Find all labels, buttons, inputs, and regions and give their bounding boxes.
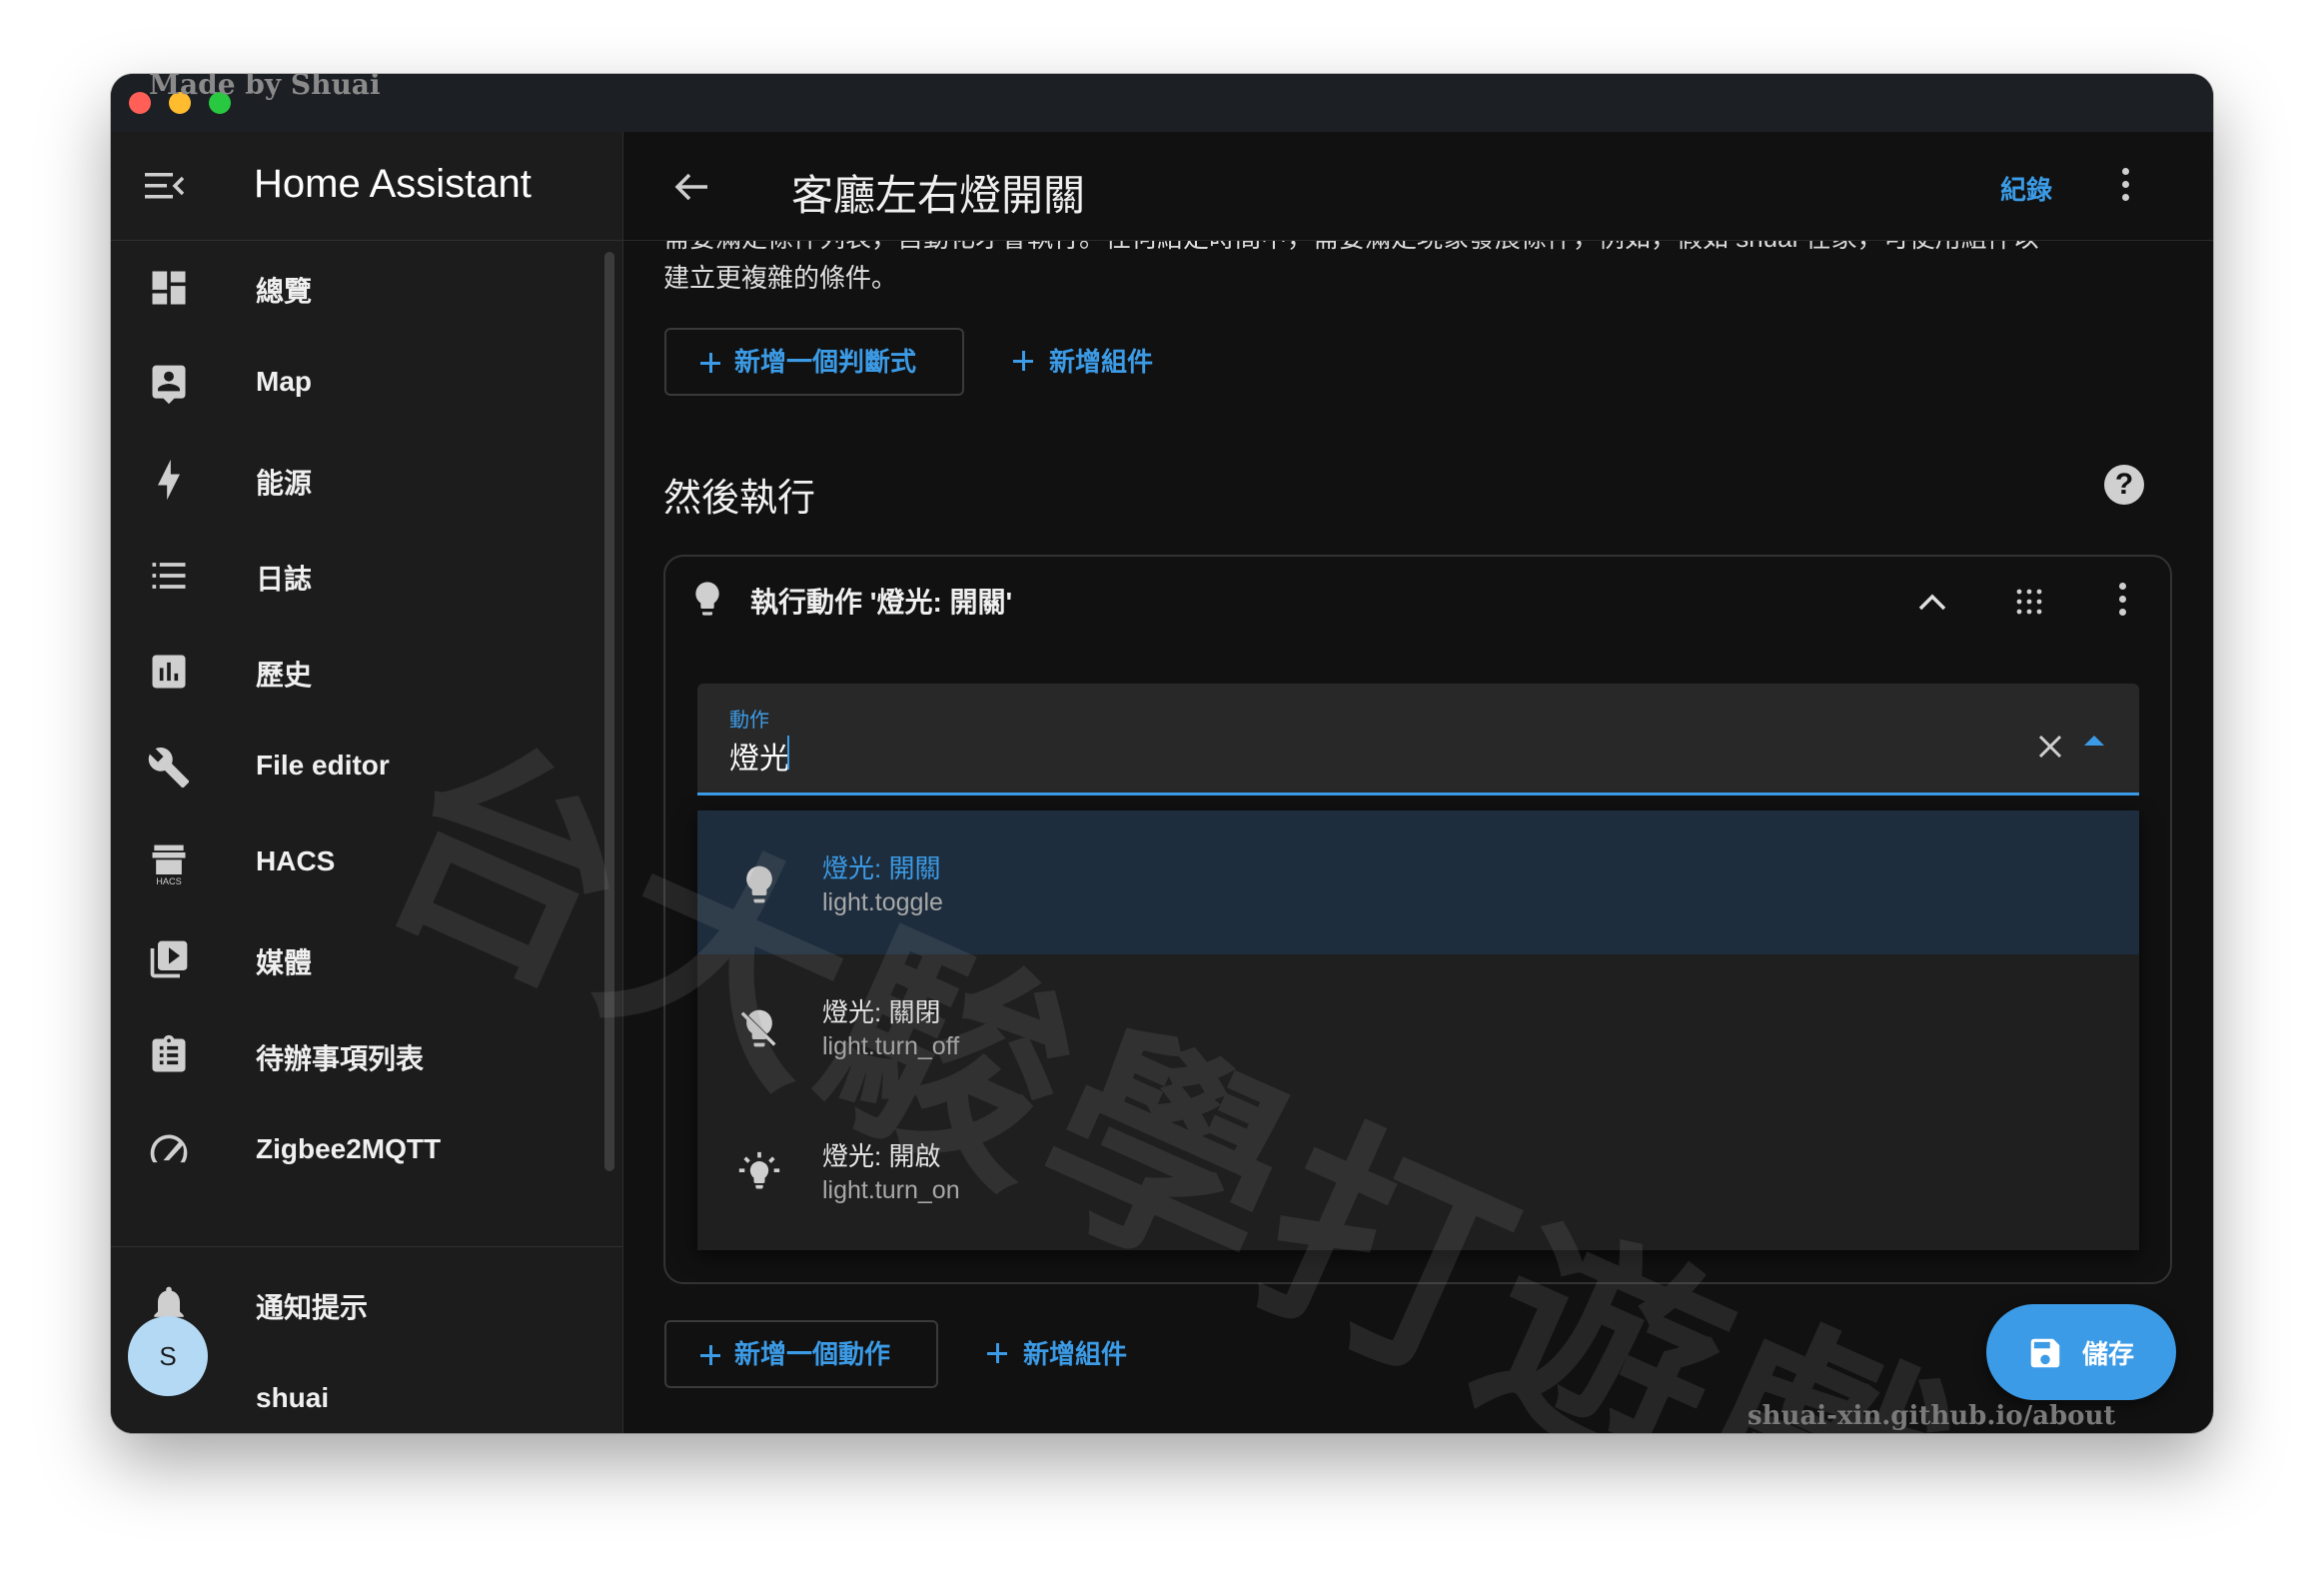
add-action-building-block-button[interactable]: 新增組件 <box>979 1320 1127 1388</box>
sidebar-item-user[interactable]: shuai <box>111 1352 610 1433</box>
sidebar-item-hacs[interactable]: HACS HACS <box>111 815 610 911</box>
action-card-more-icon[interactable] <box>2119 583 2126 622</box>
drag-handle-icon[interactable] <box>2014 587 2044 617</box>
footer-url: shuai-xin.github.io/about <box>1747 1401 2116 1431</box>
plus-icon <box>700 353 720 373</box>
list-icon <box>152 563 186 589</box>
hacs-store-icon: HACS <box>152 844 186 885</box>
sidebar-item-label: Map <box>256 366 312 397</box>
svg-text:HACS: HACS <box>156 876 181 885</box>
arrow-left-icon[interactable] <box>673 172 709 202</box>
sidebar-item-label: 能源 <box>256 468 313 499</box>
list-item[interactable]: 燈光: 關閉 light.turn_off <box>697 954 2139 1098</box>
sidebar-item-label: 通知提示 <box>256 1292 369 1323</box>
help-icon[interactable]: ? <box>2104 465 2144 505</box>
sidebar-item-label: 歷史 <box>256 660 313 691</box>
sidebar-header: Home Assistant <box>111 132 622 241</box>
page-title: 客廳左右燈開關 <box>791 172 1086 219</box>
sidebar-item-label: HACS <box>256 845 336 876</box>
more-options-icon[interactable] <box>2122 168 2129 207</box>
page-header: 客廳左右燈開關 紀錄 <box>623 132 2213 241</box>
combo-label: 動作 <box>729 710 769 732</box>
menu-open-icon[interactable] <box>145 170 185 202</box>
sidebar-divider <box>111 1246 622 1247</box>
sidebar-scrollbar[interactable] <box>604 252 614 1171</box>
save-label: 儲存 <box>2082 1339 2135 1369</box>
action-card-title: 執行動作 '燈光: 開關' <box>750 587 1013 618</box>
combo-input[interactable]: 燈光 <box>729 734 789 778</box>
sidebar-item-zigbee2mqtt[interactable]: Zigbee2MQTT <box>111 1103 610 1167</box>
sidebar-item-zigbee2mqtt-clip: Zigbee2MQTT <box>111 1103 610 1167</box>
content-save-icon <box>2030 1338 2060 1368</box>
dropdown-toggle-icon[interactable] <box>2084 736 2104 746</box>
conditions-description: 建立更複雜的條件。 <box>663 263 898 293</box>
sidebar-item-history[interactable]: 歷史 <box>111 624 610 720</box>
sidebar-item-logbook[interactable]: 日誌 <box>111 528 610 624</box>
sidebar-item-overview[interactable]: 總覽 <box>111 240 610 336</box>
list-item[interactable]: 燈光: 開啟 light.turn_on <box>697 1098 2139 1242</box>
lightning-bolt-icon <box>158 459 180 501</box>
lightbulb-on-icon <box>738 1151 780 1189</box>
option-title: 燈光: 開關 <box>822 853 941 883</box>
option-title: 燈光: 開啟 <box>822 1141 941 1171</box>
lightbulb-icon <box>695 582 719 616</box>
option-title: 燈光: 關閉 <box>822 997 941 1027</box>
dashboard-icon <box>152 271 186 305</box>
sidebar-item-map[interactable]: Map <box>111 336 610 432</box>
conditions-description-clipped: 需要滿足條件列表，自動化才會執行。任何給定時間中，需要滿足現象發展條件，例如，假… <box>663 240 2182 258</box>
lightbulb-off-icon <box>740 1009 776 1047</box>
app-window: Home Assistant 總覽 Map 能源 日誌 歷史 File edit… <box>111 74 2213 1433</box>
map-person-icon <box>152 365 186 405</box>
title-bar <box>111 74 2213 132</box>
sidebar-item-label: Zigbee2MQTT <box>256 1133 442 1164</box>
sidebar: Home Assistant 總覽 Map 能源 日誌 歷史 File edit… <box>111 132 623 1433</box>
close-window-button[interactable] <box>129 92 151 114</box>
combo-focus-underline <box>697 792 2139 795</box>
chevron-up-icon[interactable] <box>1917 592 1947 612</box>
plus-icon <box>700 1345 720 1365</box>
sidebar-item-label: 媒體 <box>256 947 313 978</box>
option-service: light.toggle <box>822 888 943 916</box>
app-title: Home Assistant <box>254 162 532 206</box>
option-service: light.turn_off <box>822 1032 960 1060</box>
save-button[interactable]: 儲存 <box>1986 1304 2176 1400</box>
made-by-caption: Made by Shuai <box>149 74 381 101</box>
lightbulb-icon <box>746 865 772 903</box>
sidebar-item-energy[interactable]: 能源 <box>111 432 610 528</box>
add-condition-button[interactable]: 新增一個判斷式 <box>664 328 964 396</box>
wrench-icon <box>148 748 190 789</box>
clipboard-list-icon <box>152 1034 186 1072</box>
plus-icon <box>987 1343 1007 1363</box>
zigbee-icon <box>150 1134 188 1163</box>
add-building-block-button[interactable]: 新增組件 <box>1005 328 1153 396</box>
list-item[interactable]: 燈光: 開關 light.toggle <box>697 810 2139 954</box>
play-box-multiple-icon <box>150 940 188 978</box>
option-service: light.turn_on <box>822 1176 960 1204</box>
sidebar-item-media[interactable]: 媒體 <box>111 911 610 1007</box>
sidebar-item-label: File editor <box>256 750 390 781</box>
close-icon[interactable] <box>2033 730 2067 764</box>
sidebar-item-label: 日誌 <box>256 564 313 595</box>
action-combo-box[interactable] <box>697 684 2139 795</box>
sidebar-item-todo[interactable]: 待辦事項列表 <box>111 1007 610 1103</box>
text-caret <box>787 736 789 770</box>
user-name: shuai <box>256 1382 330 1413</box>
add-action-button[interactable]: 新增一個動作 <box>664 1320 938 1388</box>
traces-link[interactable]: 紀錄 <box>2000 170 2052 207</box>
action-dropdown-list: 燈光: 開關 light.toggle 燈光: 關閉 light.turn_of… <box>697 810 2139 1250</box>
sidebar-item-label: 待辦事項列表 <box>256 1043 425 1074</box>
plus-icon <box>1013 351 1033 371</box>
sidebar-item-label: 總覽 <box>256 276 313 307</box>
chart-bar-icon <box>152 655 186 689</box>
sidebar-item-file-editor[interactable]: File editor <box>111 720 610 815</box>
actions-section-title: 然後執行 <box>663 478 816 520</box>
